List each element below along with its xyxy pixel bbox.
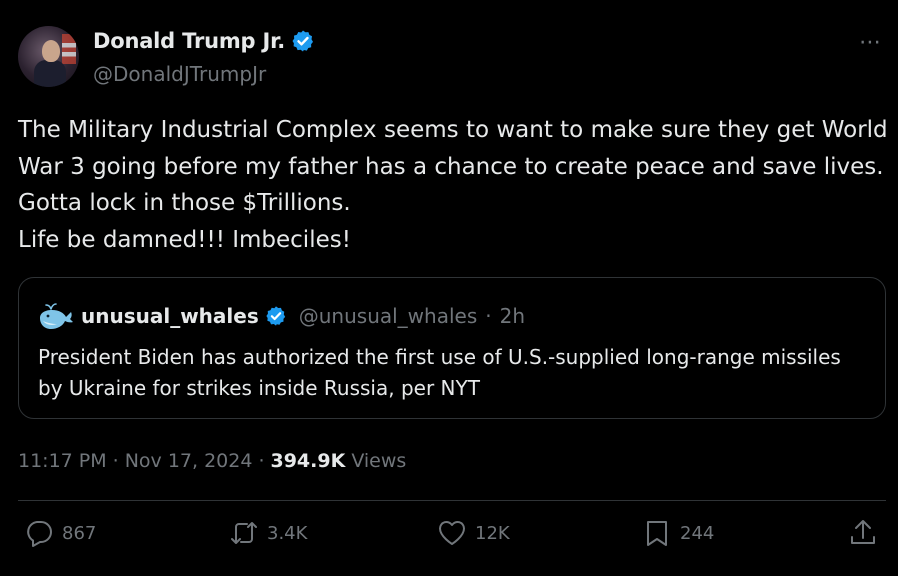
avatar-flag — [62, 34, 76, 64]
verified-badge-icon — [266, 306, 285, 326]
bookmark-icon — [647, 521, 667, 546]
tweet-text: The Military Industrial Complex seems to… — [18, 112, 888, 258]
reply-icon — [27, 521, 52, 547]
more-options-icon[interactable]: ⋯ — [859, 30, 882, 55]
tweet-text-line: Life be damned!!! Imbeciles! — [18, 226, 351, 253]
bookmark-count: 244 — [680, 522, 715, 544]
quoted-meta-separator: · — [485, 304, 492, 328]
bookmark-button[interactable]: 244 — [642, 518, 714, 548]
quoted-tweet-text: President Biden has authorized the first… — [38, 342, 841, 404]
whale-avatar-icon[interactable] — [37, 301, 75, 331]
quoted-text-line: by Ukraine for strikes inside Russia, pe… — [38, 376, 480, 400]
divider — [18, 500, 886, 501]
share-button[interactable] — [848, 518, 878, 548]
share-icon — [851, 520, 875, 544]
reply-count: 867 — [62, 522, 97, 544]
repost-button[interactable]: 3.4K — [229, 518, 307, 548]
repost-icon — [231, 522, 257, 544]
repost-count: 3.4K — [267, 522, 308, 544]
author-handle[interactable]: @DonaldJTrumpJr — [93, 62, 266, 86]
verified-badge-icon — [292, 30, 314, 52]
author-avatar[interactable] — [18, 26, 79, 87]
like-button[interactable]: 12K — [437, 518, 510, 548]
views-count: 394.9K — [270, 450, 346, 472]
tweet-text-line: Gotta lock in those $Trillions. — [18, 190, 351, 216]
meta-separator: · — [258, 450, 265, 472]
action-bar: 867 3.4K 12K 244 — [0, 518, 898, 562]
quoted-handle[interactable]: @unusual_whales — [299, 304, 478, 328]
like-count: 12K — [475, 522, 510, 544]
tweet-text-line: War 3 going before my father has a chanc… — [18, 153, 884, 180]
avatar-figure-body — [34, 60, 66, 87]
author-display-name[interactable]: Donald Trump Jr. — [93, 29, 285, 53]
quoted-display-name[interactable]: unusual_whales — [81, 304, 259, 328]
author-name-row: Donald Trump Jr. — [93, 29, 315, 53]
quoted-tweet-card[interactable]: unusual_whales @unusual_whales · 2h Pres… — [18, 277, 886, 419]
quoted-age[interactable]: 2h — [500, 304, 525, 328]
quoted-tweet-header: unusual_whales @unusual_whales · 2h — [37, 301, 525, 331]
quoted-text-line: President Biden has authorized the first… — [38, 345, 841, 369]
avatar-figure-head — [42, 40, 60, 62]
reply-button[interactable]: 867 — [24, 518, 96, 548]
tweet-meta: 11:17 PM · Nov 17, 2024 · 394.9K Views — [18, 450, 406, 472]
heart-icon — [438, 520, 466, 545]
views-label: Views — [351, 450, 407, 472]
tweet-date[interactable]: Nov 17, 2024 — [125, 450, 253, 472]
tweet-time[interactable]: 11:17 PM — [18, 450, 107, 472]
tweet-text-line: The Military Industrial Complex seems to… — [18, 117, 888, 143]
meta-separator: · — [112, 450, 119, 472]
